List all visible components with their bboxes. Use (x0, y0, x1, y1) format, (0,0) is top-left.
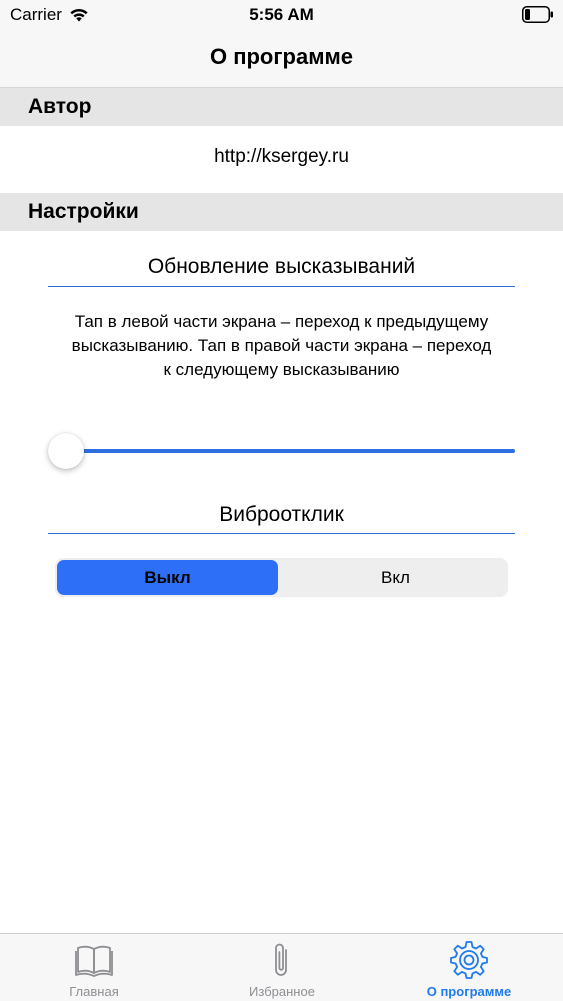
quote-update-divider (48, 286, 515, 287)
haptics-divider (48, 533, 515, 534)
section-title-author: Автор (28, 95, 92, 118)
slider-track[interactable] (66, 449, 515, 453)
haptics-on-segment[interactable]: Вкл (285, 560, 506, 595)
tab-home[interactable]: Главная (0, 934, 188, 1001)
section-header-settings: Настройки (0, 193, 563, 231)
gear-icon (450, 941, 488, 979)
haptics-segmented-control[interactable]: Выкл Вкл (55, 558, 508, 597)
section-title-settings: Настройки (28, 200, 139, 223)
status-time: 5:56 AM (249, 5, 314, 24)
tab-about[interactable]: О программе (375, 934, 563, 1001)
quote-update-title: Обновление высказываний (147, 255, 416, 278)
tab-bar: Главная Избранное О программе (0, 933, 563, 1001)
paperclip-icon (275, 943, 287, 976)
haptics-title: Виброотклик (219, 503, 344, 526)
tab-about-label: О программе (426, 984, 512, 999)
tab-home-label: Главная (69, 984, 119, 999)
author-link[interactable]: http://ksergey.ru (0, 146, 563, 168)
haptics-off-segment[interactable]: Выкл (57, 560, 278, 595)
slider-thumb[interactable] (48, 433, 84, 469)
section-header-author: Автор (0, 88, 563, 126)
book-icon (75, 945, 113, 977)
navigation-bar: О программе (0, 30, 563, 88)
status-bar: Carrier 5:56 AM (0, 0, 563, 30)
tab-favorites[interactable]: Избранное (188, 934, 376, 1001)
tab-favorites-label: Избранное (249, 984, 315, 999)
quote-update-description: Тап в левой части экрана – переход к пре… (71, 312, 492, 379)
page-title: О программе (209, 44, 353, 69)
battery-icon (522, 6, 553, 23)
